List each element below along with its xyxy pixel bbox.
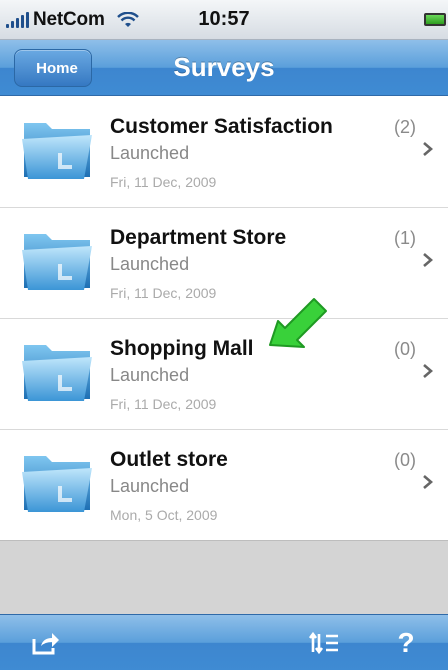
folder-icon bbox=[22, 234, 92, 290]
annotation-arrow-icon bbox=[269, 298, 327, 348]
sort-button[interactable] bbox=[308, 627, 340, 659]
response-count: (0) bbox=[394, 339, 416, 359]
survey-date: Fri, 11 Dec, 2009 bbox=[110, 285, 217, 301]
response-count: (1) bbox=[394, 228, 416, 248]
survey-status: Launched bbox=[110, 143, 190, 163]
list-item[interactable]: Customer Satisfaction Launched Fri, 11 D… bbox=[0, 97, 448, 208]
list-item[interactable]: Department Store Launched Fri, 11 Dec, 2… bbox=[0, 208, 448, 319]
survey-date: Fri, 11 Dec, 2009 bbox=[110, 174, 217, 190]
list-item[interactable]: Shopping Mall Launched Fri, 11 Dec, 2009… bbox=[0, 319, 448, 430]
survey-title: Customer Satisfaction bbox=[110, 115, 333, 138]
survey-list: Customer Satisfaction Launched Fri, 11 D… bbox=[0, 97, 448, 541]
page-title: Surveys bbox=[173, 52, 275, 82]
navigation-bar: Home Surveys bbox=[0, 40, 448, 96]
folder-icon bbox=[22, 345, 92, 401]
chevron-right-icon bbox=[423, 475, 433, 489]
sort-icon bbox=[308, 631, 338, 655]
response-count: (0) bbox=[394, 450, 416, 470]
battery-icon bbox=[424, 13, 446, 26]
empty-list-area bbox=[0, 540, 448, 614]
response-count: (2) bbox=[394, 117, 416, 137]
chevron-right-icon bbox=[423, 253, 433, 267]
survey-title: Department Store bbox=[110, 226, 287, 249]
survey-status: Launched bbox=[110, 365, 190, 385]
share-button[interactable] bbox=[30, 627, 62, 659]
survey-date: Fri, 11 Dec, 2009 bbox=[110, 396, 217, 412]
share-icon bbox=[32, 633, 59, 655]
clock: 10:57 bbox=[198, 8, 250, 30]
bottom-toolbar: ? bbox=[0, 614, 448, 670]
status-bar: NetCom 10:57 bbox=[0, 0, 448, 40]
survey-title: Shopping Mall bbox=[110, 337, 254, 360]
chevron-right-icon bbox=[423, 142, 433, 156]
folder-icon bbox=[22, 123, 92, 179]
survey-date: Mon, 5 Oct, 2009 bbox=[110, 507, 218, 523]
survey-title: Outlet store bbox=[110, 448, 228, 471]
survey-status: Launched bbox=[110, 476, 190, 496]
chevron-right-icon bbox=[423, 364, 433, 378]
folder-icon bbox=[22, 456, 92, 512]
survey-status: Launched bbox=[110, 254, 190, 274]
list-item[interactable]: Outlet store Launched Mon, 5 Oct, 2009 (… bbox=[0, 430, 448, 541]
help-button[interactable]: ? bbox=[390, 627, 422, 659]
